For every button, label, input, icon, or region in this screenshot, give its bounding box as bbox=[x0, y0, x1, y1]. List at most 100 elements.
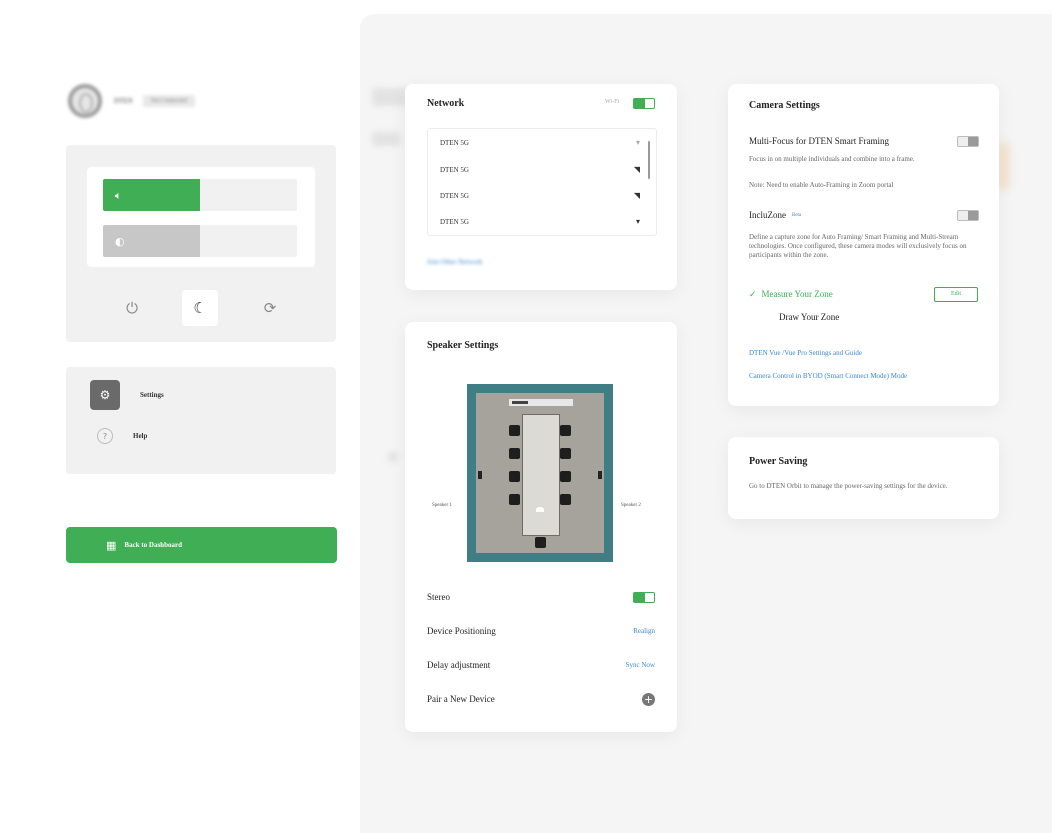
network-card: Network Wi-Fi DTEN 5G ▾ DTEN 5G ◥ DTEN 5… bbox=[405, 84, 677, 290]
sleep-button[interactable]: ☾ bbox=[182, 290, 218, 326]
dashboard-icon: ▦ bbox=[106, 538, 117, 552]
measure-zone-row: ✓ Measure Your Zone bbox=[749, 289, 833, 300]
incluzone-heading: IncluZone Beta bbox=[749, 210, 801, 220]
background-ghost-dot bbox=[388, 452, 398, 462]
room-camera bbox=[536, 507, 544, 512]
speaker-2-marker bbox=[598, 471, 602, 479]
back-to-dashboard-label: Back to Dashboard bbox=[124, 541, 182, 549]
network-status-text: Wi-Fi bbox=[605, 99, 620, 105]
camera-settings-card: Camera Settings Multi-Focus for DTEN Sma… bbox=[728, 84, 999, 406]
speaker-icon: 🔈︎ bbox=[115, 189, 122, 202]
join-other-network-link[interactable]: Join Other Network bbox=[427, 258, 483, 266]
menu-item-settings-label: Settings bbox=[140, 391, 164, 399]
room-display-screen bbox=[512, 401, 528, 404]
wifi-icon: ▾ bbox=[635, 217, 640, 226]
background-ghost-heading bbox=[372, 88, 408, 106]
stereo-label: Stereo bbox=[427, 592, 450, 602]
volume-slider[interactable]: 🔈︎ bbox=[103, 179, 297, 211]
room-display bbox=[509, 399, 573, 406]
room-chair bbox=[560, 448, 571, 459]
device-positioning-label: Device Positioning bbox=[427, 626, 496, 636]
edit-zone-button[interactable]: Edit bbox=[934, 287, 978, 302]
connection-status-badge: Not Connected bbox=[142, 95, 195, 107]
menu-card: ⚙ Settings ? Help bbox=[66, 367, 336, 474]
checkmark-icon: ✓ bbox=[749, 290, 757, 300]
restart-icon: ⟳ bbox=[263, 299, 277, 317]
room-chair bbox=[535, 537, 546, 548]
stereo-row: Stereo bbox=[427, 592, 655, 602]
device-header: DTEN Not Connected bbox=[68, 84, 195, 118]
speaker-1-label: Speaker 1 bbox=[432, 503, 452, 508]
network-item-ssid: DTEN 5G bbox=[440, 139, 469, 147]
network-item-ssid: DTEN 5G bbox=[440, 192, 469, 200]
wifi-icon: ◥ bbox=[633, 191, 640, 200]
incluzone-toggle[interactable] bbox=[957, 210, 979, 221]
multi-focus-label: Multi-Focus for DTEN Smart Framing bbox=[749, 136, 889, 146]
pair-device-row: Pair a New Device + bbox=[427, 693, 655, 706]
network-item-ssid: DTEN 5G bbox=[440, 218, 469, 226]
add-device-icon[interactable]: + bbox=[642, 693, 655, 706]
speaker-settings-title: Speaker Settings bbox=[427, 340, 499, 351]
room-floor bbox=[476, 393, 604, 553]
device-positioning-row: Device Positioning Realign bbox=[427, 626, 655, 636]
incluzone-description: Define a capture zone for Auto Framing/ … bbox=[749, 233, 967, 260]
byod-camera-control-link[interactable]: Camera Control in BYOD (Smart Connect Mo… bbox=[749, 372, 907, 380]
multi-focus-note: Note: Need to enable Auto-Framing in Zoo… bbox=[749, 181, 894, 189]
room-chair bbox=[560, 494, 571, 505]
network-item[interactable]: DTEN 5G ◥ bbox=[440, 165, 640, 174]
power-saving-card: Power Saving Go to DTEN Orbit to manage … bbox=[728, 437, 999, 519]
multi-focus-description: Focus in on multiple individuals and com… bbox=[749, 155, 915, 163]
left-panel: DTEN Not Connected 🔈︎ ◐ ⏻ ☾ ⟳ ⚙ Settings bbox=[0, 0, 360, 833]
brightness-slider[interactable]: ◐ bbox=[103, 225, 297, 257]
network-item-ssid: DTEN 5G bbox=[440, 166, 469, 174]
speaker-settings-card: Speaker Settings Speaker 1 Speaker 2 Ste… bbox=[405, 322, 677, 732]
room-table bbox=[522, 414, 560, 536]
beta-badge: Beta bbox=[791, 213, 802, 219]
power-saving-description: Go to DTEN Orbit to manage the power-sav… bbox=[749, 482, 948, 490]
help-icon: ? bbox=[97, 428, 113, 444]
room-chair bbox=[560, 425, 571, 436]
network-list-scrollbar[interactable] bbox=[648, 141, 650, 179]
room-chair bbox=[509, 448, 520, 459]
sliders-box: 🔈︎ ◐ bbox=[87, 167, 315, 267]
network-item[interactable]: DTEN 5G ▾ bbox=[440, 138, 640, 147]
draw-zone-option[interactable]: Draw Your Zone bbox=[779, 312, 839, 322]
network-item[interactable]: DTEN 5G ◥ bbox=[440, 191, 640, 200]
camera-settings-title: Camera Settings bbox=[749, 100, 820, 111]
power-saving-title: Power Saving bbox=[749, 456, 808, 467]
room-layout-illustration bbox=[467, 384, 613, 562]
realign-link[interactable]: Realign bbox=[633, 627, 655, 635]
network-title: Network bbox=[427, 98, 465, 109]
room-chair bbox=[509, 471, 520, 482]
power-button[interactable]: ⏻ bbox=[114, 290, 150, 326]
delay-adjustment-row: Delay adjustment Sync Now bbox=[427, 660, 655, 670]
gear-icon: ⚙ bbox=[90, 380, 120, 410]
delay-adjustment-label: Delay adjustment bbox=[427, 660, 491, 670]
speaker-2-label: Speaker 2 bbox=[621, 503, 641, 508]
vue-settings-guide-link[interactable]: DTEN Vue /Vue Pro Settings and Guide bbox=[749, 349, 862, 357]
menu-item-settings[interactable]: ⚙ Settings bbox=[90, 380, 164, 410]
sync-now-link[interactable]: Sync Now bbox=[626, 661, 655, 669]
menu-item-help-label: Help bbox=[133, 432, 148, 440]
stereo-toggle[interactable] bbox=[633, 592, 655, 603]
speaker-1-marker bbox=[478, 471, 482, 479]
menu-item-help[interactable]: ? Help bbox=[90, 428, 147, 444]
background-ghost-text bbox=[372, 132, 400, 146]
network-toggle[interactable] bbox=[633, 98, 655, 109]
network-list: DTEN 5G ▾ DTEN 5G ◥ DTEN 5G ◥ DTEN 5G ▾ bbox=[427, 128, 657, 236]
measure-zone-label: Measure Your Zone bbox=[761, 289, 833, 299]
device-name: DTEN bbox=[114, 97, 133, 105]
multi-focus-toggle[interactable] bbox=[957, 136, 979, 147]
back-to-dashboard-button[interactable]: ▦ Back to Dashboard bbox=[66, 527, 337, 563]
wifi-icon: ◥ bbox=[633, 165, 640, 174]
device-logo-icon bbox=[68, 84, 102, 118]
room-chair bbox=[509, 425, 520, 436]
brightness-icon: ◐ bbox=[115, 235, 125, 248]
controls-card: 🔈︎ ◐ ⏻ ☾ ⟳ bbox=[66, 145, 336, 342]
incluzone-label: IncluZone bbox=[749, 210, 786, 220]
wifi-icon: ▾ bbox=[635, 138, 640, 147]
room-chair bbox=[560, 471, 571, 482]
restart-button[interactable]: ⟳ bbox=[252, 290, 288, 326]
network-item[interactable]: DTEN 5G ▾ bbox=[440, 217, 640, 226]
pair-device-label: Pair a New Device bbox=[427, 694, 495, 704]
